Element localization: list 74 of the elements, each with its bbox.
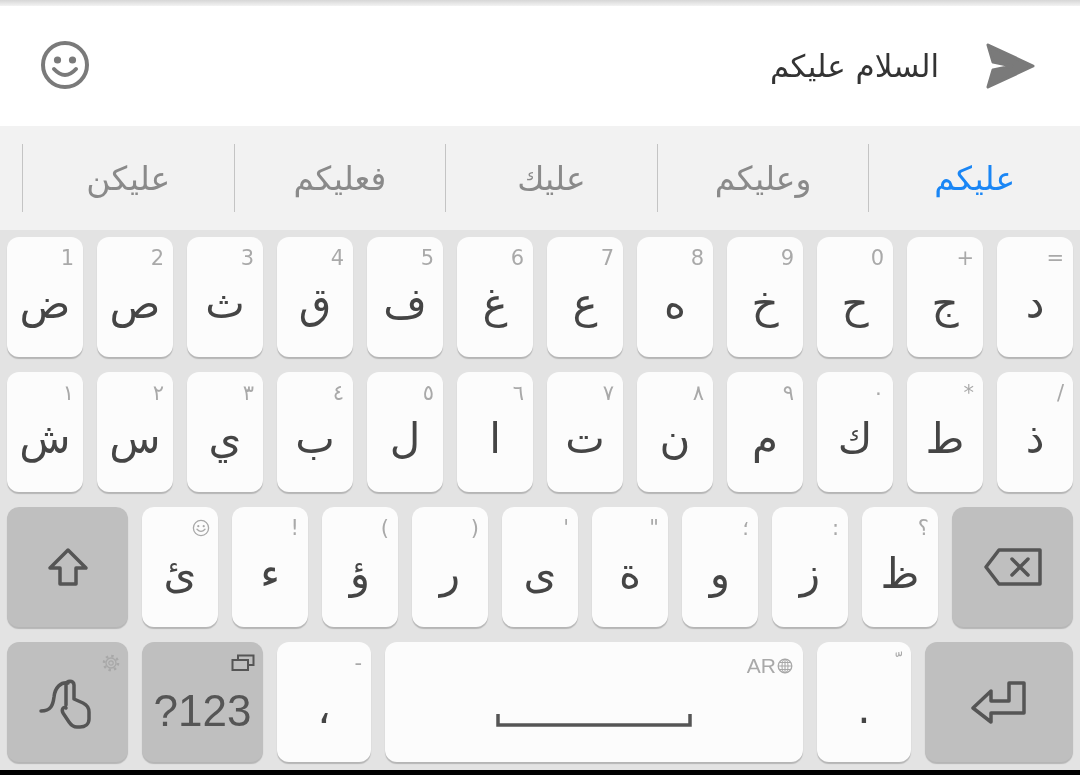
key-hint: 9 [780, 248, 794, 269]
key-hint: 4 [330, 248, 344, 269]
gesture-key[interactable] [7, 642, 128, 762]
key-hint: 1 [60, 248, 74, 269]
character-key[interactable]: ط * [907, 372, 983, 492]
key-hint: ؟ [917, 518, 929, 539]
globe-icon [777, 658, 793, 674]
character-key[interactable]: ي ٣ [187, 372, 263, 492]
character-key[interactable]: ز : [772, 507, 848, 627]
key-hint: ! [290, 518, 299, 539]
enter-icon [971, 680, 1027, 724]
key-hint: 0 [870, 248, 884, 269]
key-hint: ؛ [742, 518, 749, 539]
enter-key[interactable] [925, 642, 1073, 762]
key-hint: / [1056, 383, 1064, 404]
key-hint: ٩ [782, 383, 794, 404]
key-hint: ٢ [152, 383, 164, 404]
character-key[interactable]: س ٢ [97, 372, 173, 492]
space-bar-icon [496, 713, 692, 727]
key-hint: ١ [62, 383, 74, 404]
smiley-icon[interactable] [40, 40, 90, 90]
character-key[interactable]: ؤ ( [322, 507, 398, 627]
key-hint: 2 [150, 248, 164, 269]
character-key[interactable]: ر ) [412, 507, 488, 627]
key-hint: 8 [690, 248, 704, 269]
character-key[interactable]: د = [997, 237, 1073, 357]
key-hint: : [831, 518, 839, 539]
symbols-key[interactable]: ?123 [142, 642, 263, 762]
key-hint: = [1046, 248, 1064, 269]
key-hint: ٧ [602, 383, 614, 404]
key-hint: ﹼ [895, 653, 902, 674]
character-key[interactable]: ، - [277, 642, 371, 762]
key-hint: ٥ [422, 383, 434, 404]
key-hint: 3 [240, 248, 254, 269]
character-key[interactable]: ش ١ [7, 372, 83, 492]
character-key[interactable]: ب ٤ [277, 372, 353, 492]
send-icon[interactable] [985, 43, 1035, 89]
key-hint: " [649, 518, 659, 539]
character-key[interactable]: ة " [592, 507, 668, 627]
shift-key[interactable] [7, 507, 128, 627]
character-key[interactable]: ت ٧ [547, 372, 623, 492]
key-hint: ' [563, 518, 569, 539]
backspace-icon [983, 548, 1042, 586]
key-hint: 6 [510, 248, 524, 269]
key-hint: ( [380, 518, 389, 539]
key-hint: + [956, 248, 974, 269]
key-hint: ٤ [332, 383, 344, 404]
character-key[interactable]: ظ ؟ [862, 507, 938, 627]
key-hint: * [963, 383, 974, 404]
character-key[interactable]: ى ' [502, 507, 578, 627]
key-hint: ٨ [692, 383, 704, 404]
character-key[interactable]: و ؛ [682, 507, 758, 627]
key-hint: - [354, 653, 362, 674]
key-hint: ) [470, 518, 479, 539]
character-key[interactable]: ئ [142, 507, 218, 627]
character-key[interactable]: ج + [907, 237, 983, 357]
key-hint: 7 [600, 248, 614, 269]
character-key[interactable]: ك ٠ [817, 372, 893, 492]
character-key[interactable]: ء ! [232, 507, 308, 627]
character-key[interactable]: ل ٥ [367, 372, 443, 492]
key-hint: ٣ [242, 383, 254, 404]
message-field[interactable]: السلام عليكم [150, 44, 939, 88]
key-hint: ٦ [512, 383, 524, 404]
shift-icon [46, 547, 89, 587]
smiley-icon [192, 519, 210, 537]
character-key[interactable]: ا ٦ [457, 372, 533, 492]
character-key[interactable]: ن ٨ [637, 372, 713, 492]
stacked-windows-icon [231, 654, 255, 672]
character-key[interactable]: ذ / [997, 372, 1073, 492]
key-hint: ٠ [872, 383, 884, 404]
character-key[interactable]: . ﹼ [817, 642, 911, 762]
backspace-key[interactable] [952, 507, 1073, 627]
key-hint: 5 [420, 248, 434, 269]
character-key[interactable]: م ٩ [727, 372, 803, 492]
